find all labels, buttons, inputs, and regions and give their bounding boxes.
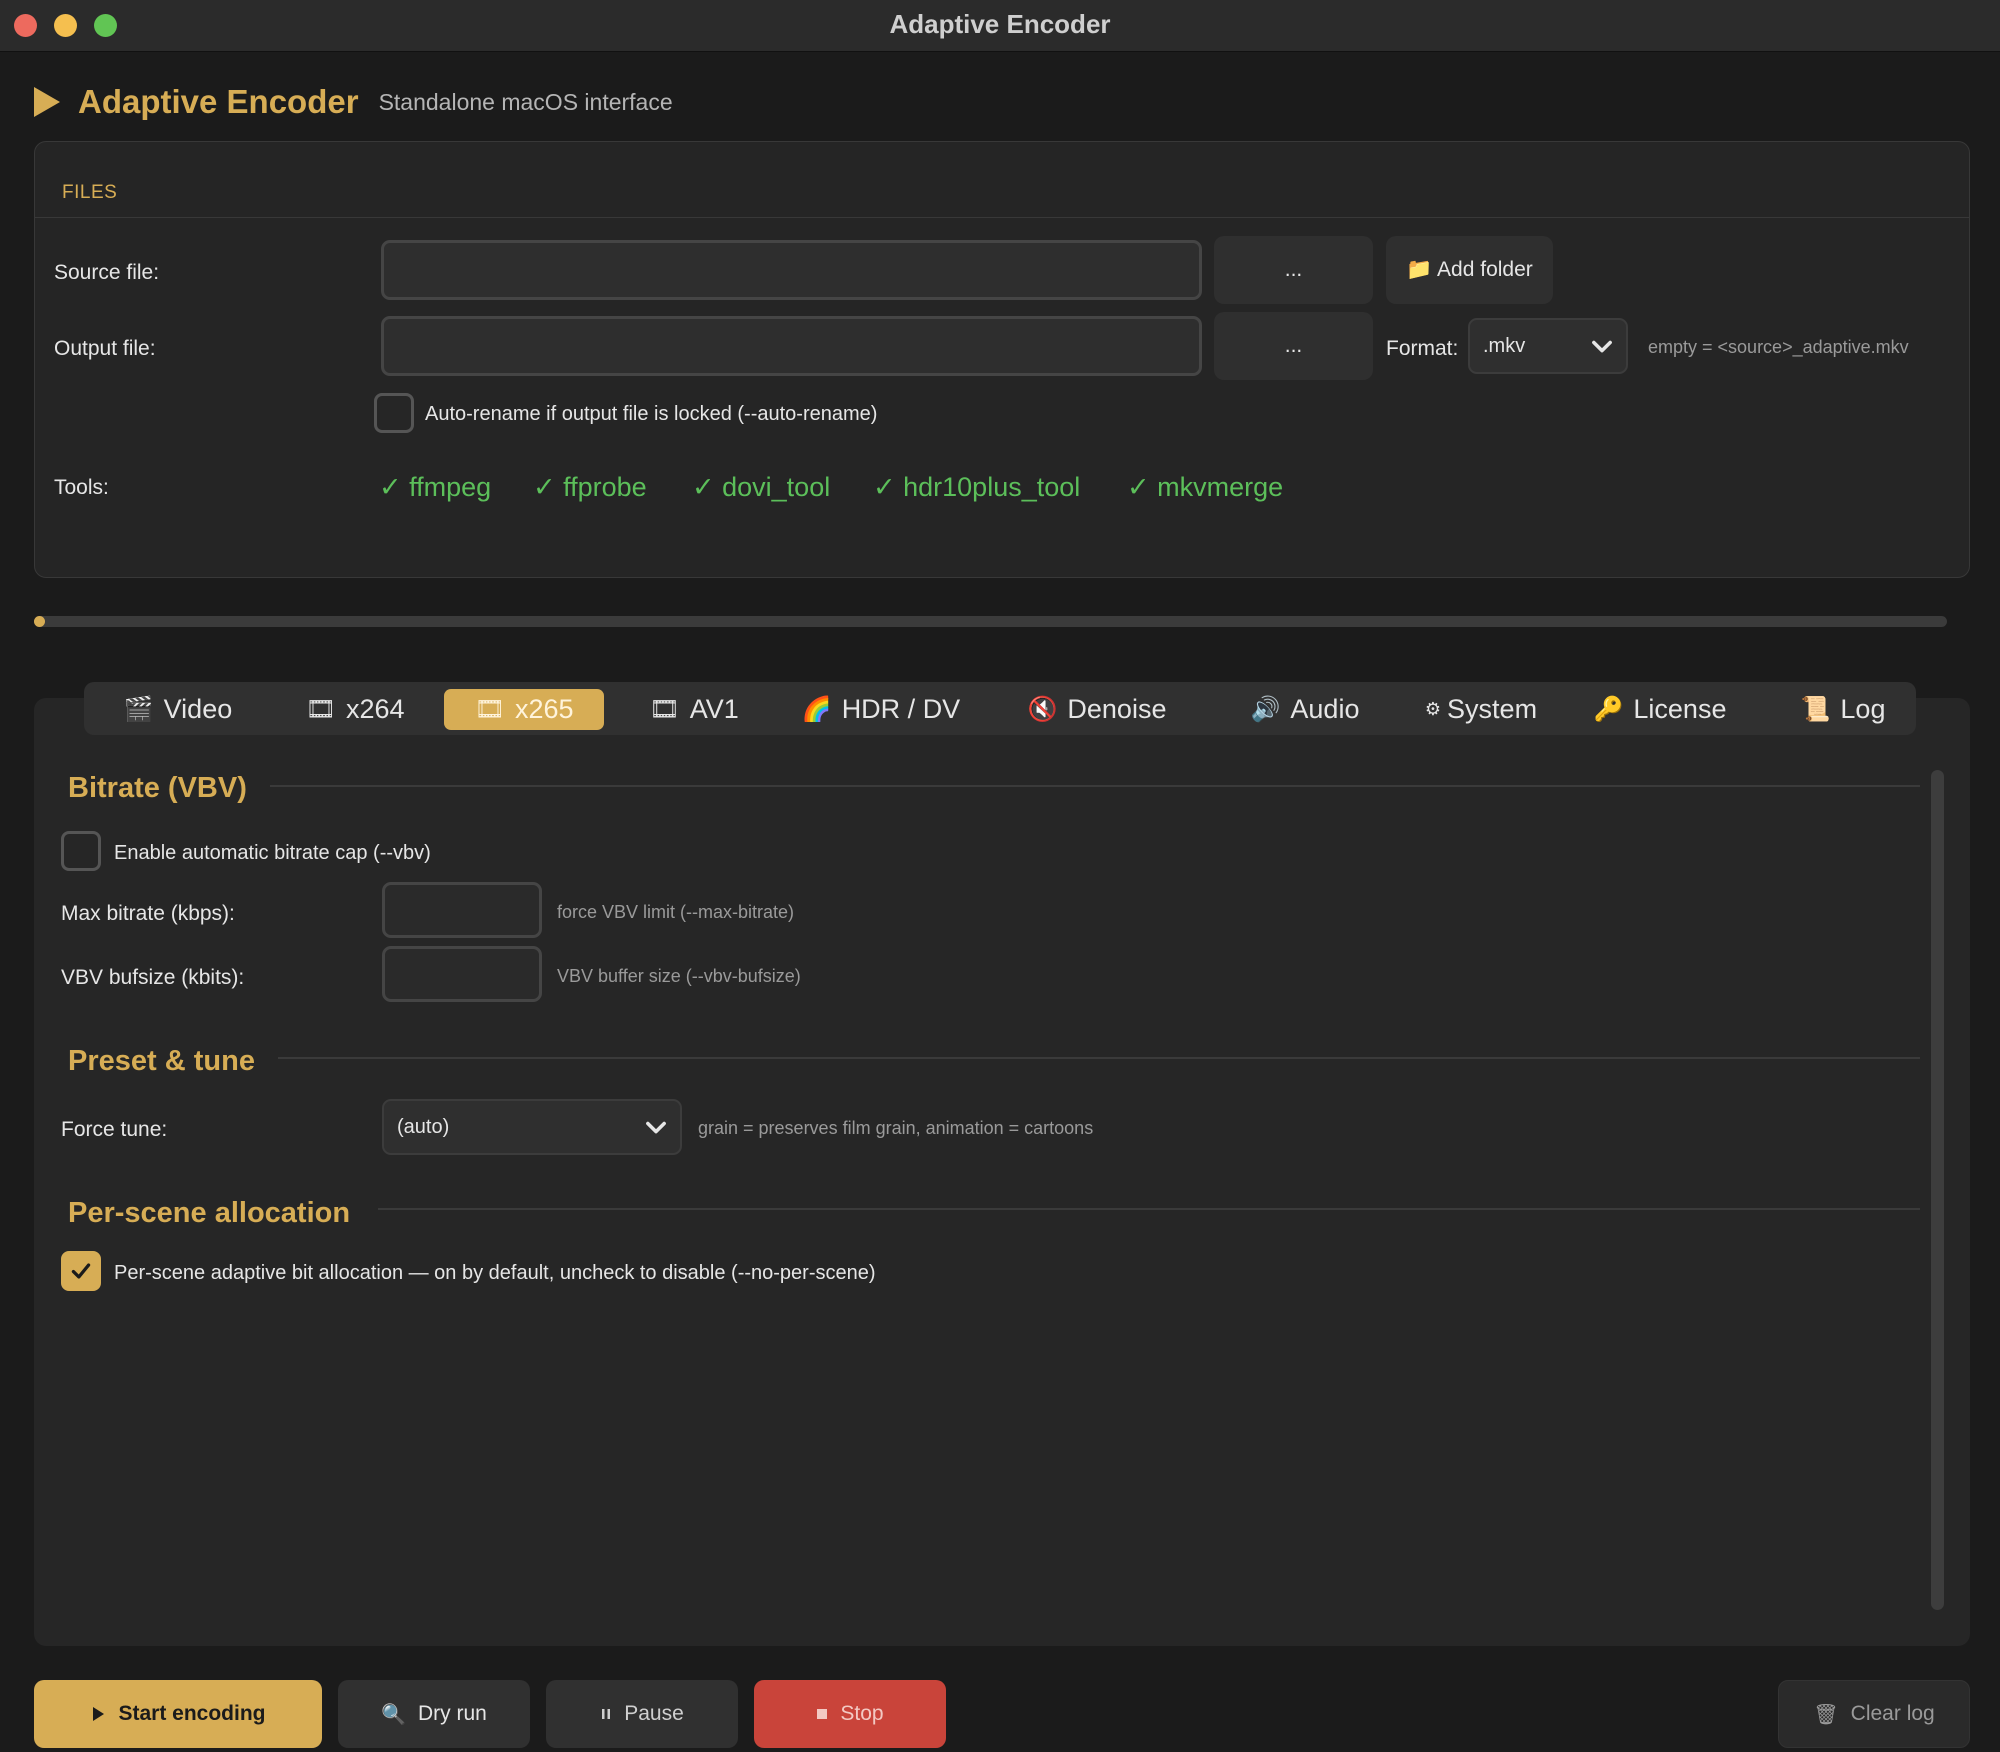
speaker-icon: 🔊 <box>1250 696 1281 723</box>
tab-label: System <box>1447 694 1538 724</box>
start-encoding-label: Start encoding <box>118 1702 266 1725</box>
tool-status-ffprobe: ✓ ffprobe <box>533 472 647 502</box>
window-title: Adaptive Encoder <box>889 9 1111 39</box>
files-section-label: FILES <box>62 182 118 203</box>
app-header: Adaptive Encoder Standalone macOS interf… <box>34 82 673 122</box>
perscene-group-divider <box>378 1208 1920 1210</box>
vbv-bufsize-hint: VBV buffer size (--vbv-bufsize) <box>557 966 801 986</box>
auto-rename-label: Auto-rename if output file is locked (--… <box>425 403 878 425</box>
perscene-group-title: Per-scene allocation <box>68 1197 351 1229</box>
tab-label: x265 <box>514 694 574 724</box>
pause-label: Pause <box>624 1702 684 1725</box>
dry-run-label: Dry run <box>418 1702 487 1725</box>
force-tune-select[interactable]: (auto) <box>382 1099 682 1155</box>
clear-log-button[interactable]: 🗑 Clear log <box>1778 1680 1970 1748</box>
format-label: Format: <box>1386 337 1459 360</box>
vbv-enable-checkbox[interactable] <box>61 831 101 871</box>
key-icon: 🔑 <box>1593 696 1624 723</box>
tab-log[interactable]: 📜 Log <box>1794 689 1892 730</box>
max-bitrate-hint: force VBV limit (--max-bitrate) <box>557 902 795 922</box>
stop-label: Stop <box>840 1702 884 1725</box>
output-file-input[interactable] <box>381 316 1202 376</box>
start-encoding-button[interactable]: Start encoding <box>34 1680 322 1748</box>
app-subtitle: Standalone macOS interface <box>378 88 673 115</box>
tab-denoise[interactable]: 🔇 Denoise <box>1021 689 1173 730</box>
progress-fill <box>34 616 45 627</box>
play-icon <box>93 1707 105 1721</box>
stop-icon <box>817 1709 828 1719</box>
tool-status-dovi-tool: ✓ dovi_tool <box>692 472 831 502</box>
output-file-label: Output file: <box>54 337 156 360</box>
force-tune-value: (auto) <box>397 1115 450 1138</box>
tab-label: AV1 <box>689 694 739 724</box>
settings-scrollbar[interactable] <box>1931 770 1944 1610</box>
tab-audio[interactable]: 🔊 Audio <box>1230 689 1380 730</box>
play-logo-icon <box>34 87 60 117</box>
preset-group-title: Preset & tune <box>68 1045 255 1077</box>
gear-icon: ⚙ <box>1424 699 1442 719</box>
bitrate-group-divider <box>270 785 1920 787</box>
tab-hdr-dv[interactable]: 🌈 HDR / DV <box>799 689 963 730</box>
tab-label: Audio <box>1290 694 1360 724</box>
source-file-input[interactable] <box>381 240 1202 300</box>
add-folder-button[interactable]: 📁 Add folder <box>1386 236 1553 304</box>
max-bitrate-input[interactable] <box>382 882 542 938</box>
chevron-down-icon <box>646 1121 666 1134</box>
tool-status-hdr10plus-tool: ✓ hdr10plus_tool <box>873 472 1081 502</box>
film-frames-icon: 🎞 <box>474 696 505 723</box>
app-name: Adaptive Encoder <box>78 83 359 120</box>
progress-bar <box>34 616 1947 627</box>
files-divider <box>35 217 1969 218</box>
tab-label: Video <box>163 694 233 724</box>
format-select-value: .mkv <box>1483 334 1526 357</box>
bitrate-group-title: Bitrate (VBV) <box>68 772 247 804</box>
output-browse-button[interactable]: ... <box>1214 312 1373 380</box>
trash-icon: 🗑 <box>1813 1703 1839 1726</box>
vbv-enable-label: Enable automatic bitrate cap (--vbv) <box>114 842 431 864</box>
source-browse-button[interactable]: ... <box>1214 236 1373 304</box>
chevron-down-icon <box>1592 340 1612 353</box>
tool-status-mkvmerge: ✓ mkvmerge <box>1127 472 1284 502</box>
per-scene-checkbox[interactable] <box>61 1251 101 1291</box>
muted-speaker-icon: 🔇 <box>1027 696 1058 723</box>
scroll-icon: 📜 <box>1800 696 1831 723</box>
rainbow-icon: 🌈 <box>801 696 832 723</box>
tool-status-ffmpeg: ✓ ffmpeg <box>379 472 492 502</box>
checkmark-icon <box>71 1263 91 1279</box>
tab-system[interactable]: ⚙ System <box>1407 689 1555 730</box>
tools-label: Tools: <box>54 476 109 499</box>
format-select[interactable]: .mkv <box>1468 318 1628 374</box>
pause-icon <box>602 1709 611 1719</box>
tab-av1[interactable]: 🎞 AV1 <box>638 689 750 730</box>
tab-label: Log <box>1840 694 1886 724</box>
magnifier-icon: 🔍 <box>381 1703 407 1726</box>
force-tune-label: Force tune: <box>61 1118 168 1141</box>
vbv-bufsize-label: VBV bufsize (kbits): <box>61 966 245 989</box>
per-scene-label: Per-scene adaptive bit allocation — on b… <box>114 1262 876 1284</box>
max-bitrate-label: Max bitrate (kbps): <box>61 902 235 925</box>
tab-label: Denoise <box>1067 694 1167 724</box>
source-file-label: Source file: <box>54 261 160 284</box>
tab-license[interactable]: 🔑 License <box>1588 689 1732 730</box>
stop-button[interactable]: Stop <box>754 1680 946 1748</box>
settings-panel <box>34 698 1970 1646</box>
pause-button[interactable]: Pause <box>546 1680 738 1748</box>
film-frames-icon: 🎞 <box>649 696 680 723</box>
dry-run-button[interactable]: 🔍 Dry run <box>338 1680 530 1748</box>
tab-x265[interactable]: 🎞 x265 <box>444 689 604 730</box>
preset-group-divider <box>278 1057 1920 1059</box>
clear-log-label: Clear log <box>1850 1702 1935 1725</box>
vbv-bufsize-input[interactable] <box>382 946 542 1002</box>
tab-video[interactable]: 🎬 Video <box>112 689 244 730</box>
clapper-icon: 🎬 <box>123 696 154 723</box>
tab-label: x264 <box>345 694 405 724</box>
title-bar: Adaptive Encoder <box>0 0 2000 52</box>
tab-label: HDR / DV <box>841 694 961 724</box>
auto-rename-checkbox[interactable] <box>374 393 414 433</box>
force-tune-hint: grain = preserves film grain, animation … <box>698 1118 1094 1138</box>
tab-x264[interactable]: 🎞 x264 <box>290 689 420 730</box>
output-hint: empty = <source>_adaptive.mkv <box>1648 337 1909 357</box>
tab-label: License <box>1633 694 1727 724</box>
film-frames-icon: 🎞 <box>305 696 336 723</box>
